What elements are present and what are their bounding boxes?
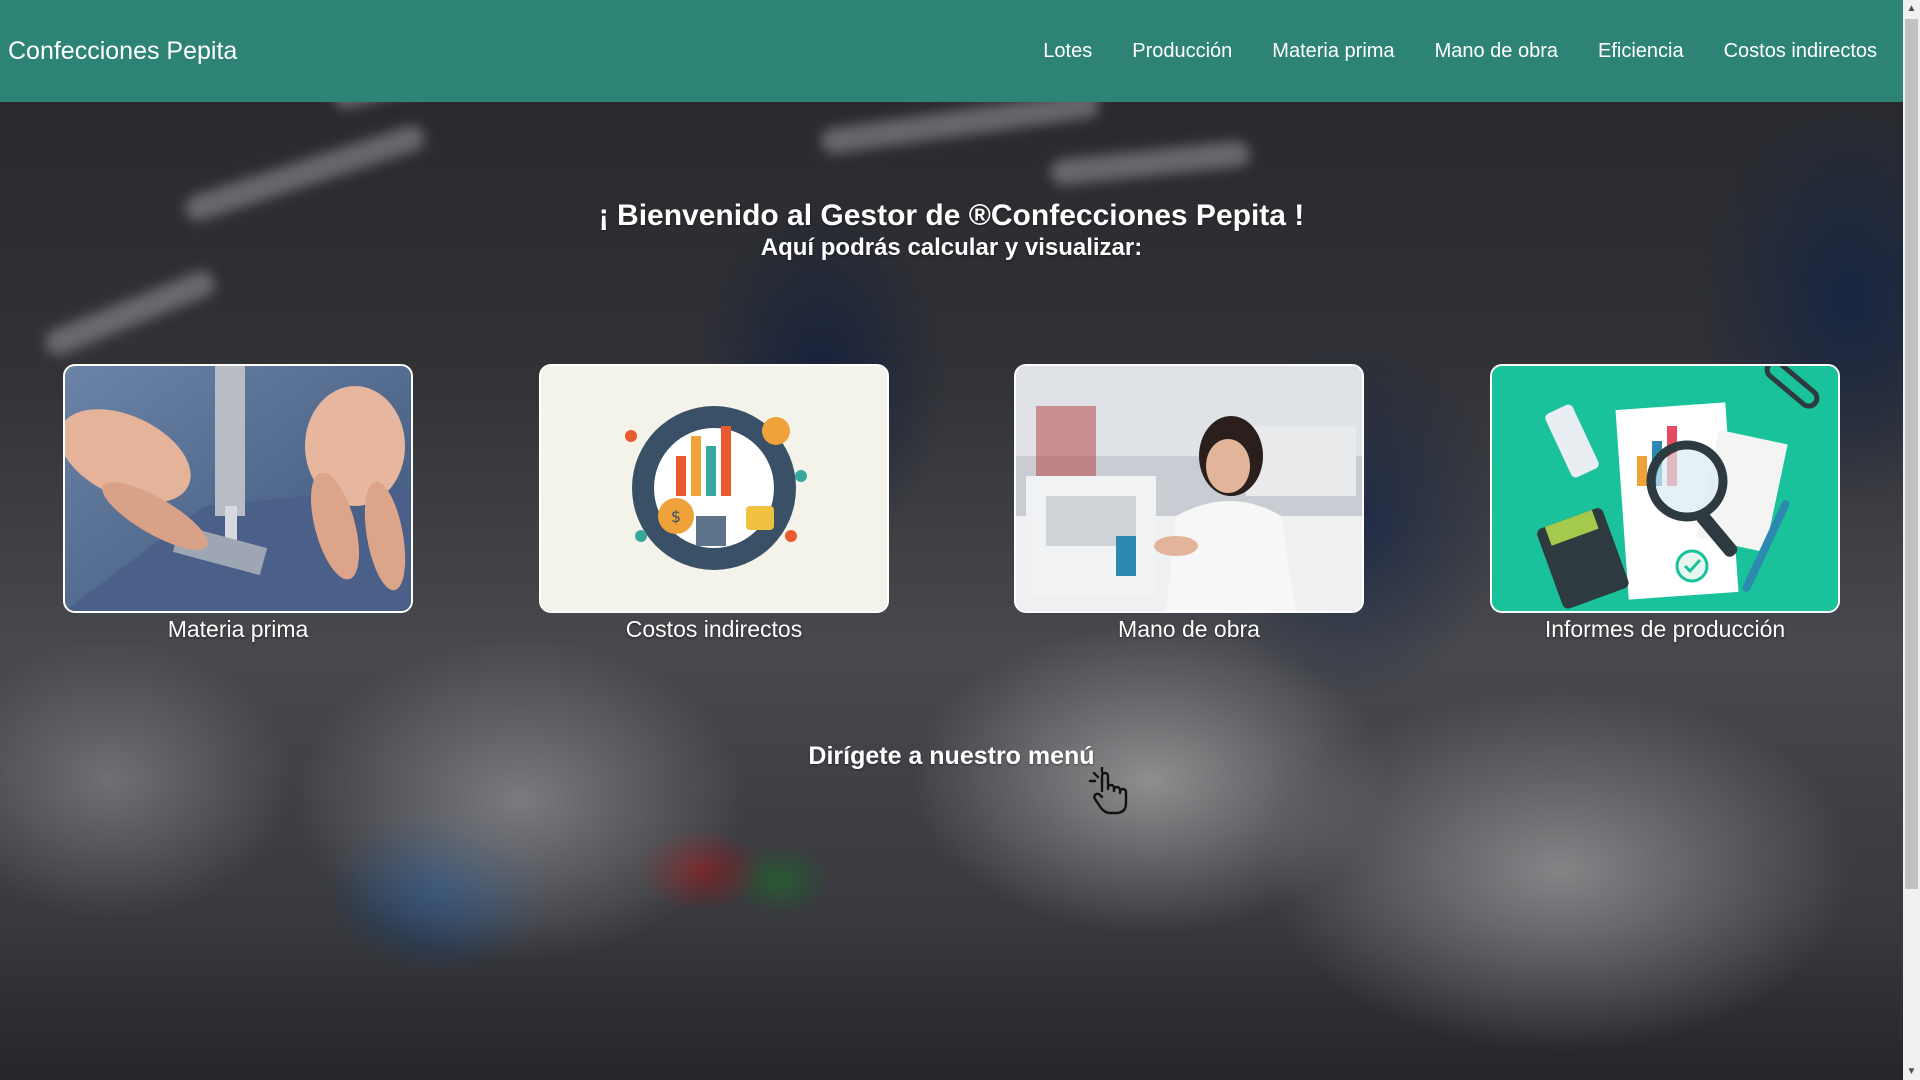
materia-prima-label: Materia prima xyxy=(167,616,309,642)
costos-indirectos-label: Costos indirectos xyxy=(625,616,803,642)
hand-pointer-icon xyxy=(1088,767,1128,815)
nav-link-materia-prima[interactable]: Materia prima xyxy=(1272,40,1394,63)
scroll-down-arrow-icon[interactable]: ▼ xyxy=(1903,1063,1920,1080)
scrollbar-thumb[interactable] xyxy=(1905,19,1918,889)
nav-link-lotes[interactable]: Lotes xyxy=(1043,40,1092,63)
nav-link-mano-de-obra[interactable]: Mano de obra xyxy=(1435,40,1558,63)
welcome-title: ¡ Bienvenido al Gestor de ®Confecciones … xyxy=(598,199,1305,232)
main-content: ¡ Bienvenido al Gestor de ®Confecciones … xyxy=(0,102,1903,1080)
welcome-subtitle: Aquí podrás calcular y visualizar: xyxy=(760,234,1143,261)
top-navbar: Confecciones Pepita Lotes Producción Mat… xyxy=(0,0,1903,102)
page-scrollbar[interactable]: ▲ ▼ xyxy=(1903,0,1920,1080)
card-costos-indirectos[interactable]: $ Costos indirectos xyxy=(539,364,889,643)
card-materia-prima[interactable]: Materia prima xyxy=(63,364,413,643)
costos-indirectos-image: $ xyxy=(539,364,889,613)
svg-text:$: $ xyxy=(671,507,681,526)
mano-de-obra-image xyxy=(1014,364,1364,613)
nav-link-produccion[interactable]: Producción xyxy=(1132,40,1232,63)
mano-de-obra-label: Mano de obra xyxy=(1118,616,1260,642)
nav-link-eficiencia[interactable]: Eficiencia xyxy=(1598,40,1684,63)
card-mano-de-obra[interactable]: Mano de obra xyxy=(1014,364,1364,643)
scroll-up-arrow-icon[interactable]: ▲ xyxy=(1903,0,1920,17)
informes-de-produccion-label: Informes de producción xyxy=(1544,616,1786,642)
brand-link[interactable]: Confecciones Pepita xyxy=(8,37,237,66)
materia-prima-image xyxy=(63,364,413,613)
card-informes-de-produccion[interactable]: Informes de producción xyxy=(1490,364,1840,643)
nav-links: Lotes Producción Materia prima Mano de o… xyxy=(1043,40,1877,63)
informes-de-produccion-image xyxy=(1490,364,1840,613)
menu-call-to-action: Dirígete a nuestro menú xyxy=(808,742,1095,770)
nav-link-costos-indirectos[interactable]: Costos indirectos xyxy=(1724,40,1877,63)
